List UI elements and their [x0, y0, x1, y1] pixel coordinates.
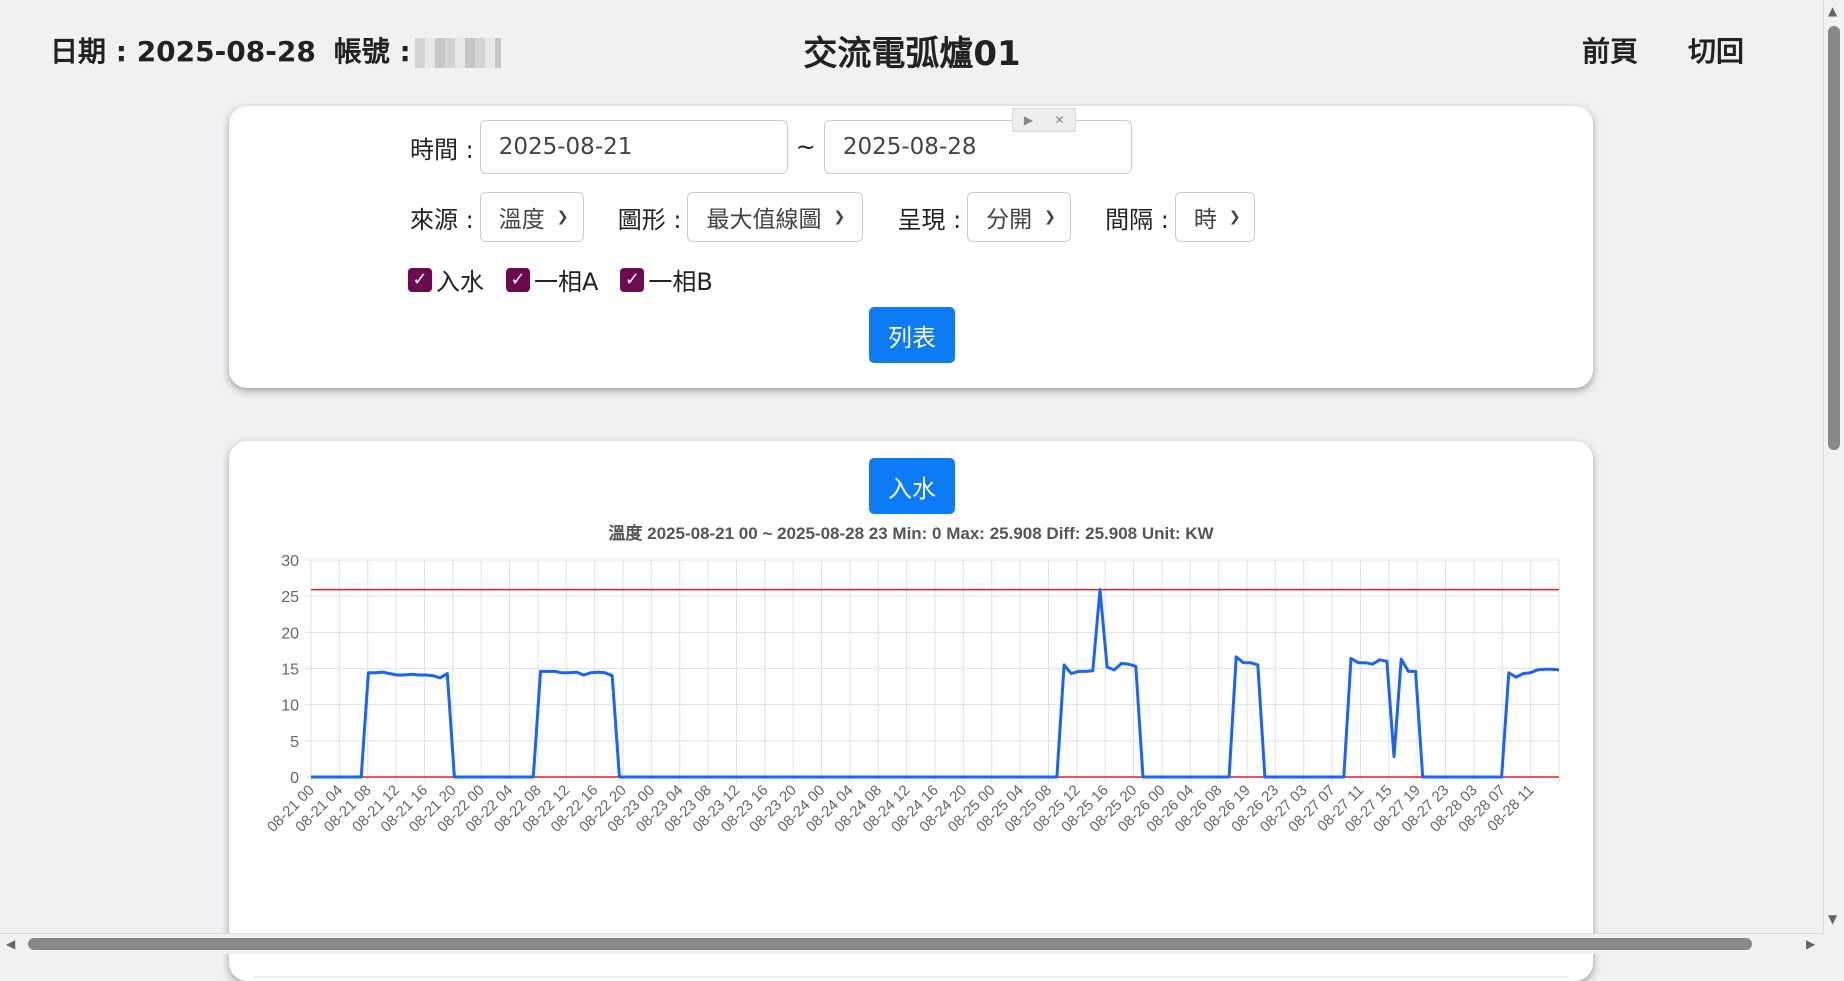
play-icon[interactable]: ▶ [1013, 109, 1044, 131]
interval-value: 時 [1193, 207, 1217, 233]
check-icon: ✓ [620, 267, 645, 292]
vertical-scrollbar[interactable]: ▲ ▼ [1823, 0, 1844, 953]
checkbox-row: ✓ 入水 ✓ 一相A ✓ 一相B [408, 262, 735, 297]
vertical-scroll-thumb[interactable] [1828, 26, 1840, 450]
start-date-input[interactable]: 2025-08-21 [479, 120, 788, 174]
chevron-down-icon: ❯ [1228, 209, 1241, 225]
display-label: 呈現 : [897, 205, 962, 234]
interval-label: 間隔 : [1105, 205, 1169, 234]
filter-card: 時間 : 2025-08-21 ~ 2025-08-28 來源 : 溫度 ❯ 圖形… [229, 106, 1593, 388]
y-tick-label: 15 [281, 662, 299, 679]
series-inlet-water-button[interactable]: 入水 [869, 458, 955, 514]
chevron-down-icon: ❯ [833, 209, 846, 225]
display-value: 分開 [986, 207, 1033, 233]
chevron-down-icon: ❯ [1044, 209, 1056, 225]
y-tick-label: 10 [281, 698, 299, 715]
checkbox-label: 一相B [648, 268, 713, 296]
y-tick-label: 25 [281, 589, 299, 606]
chart-card: 入水 溫度 2025-08-21 00 ~ 2025-08-28 23 Min:… [229, 441, 1593, 981]
check-icon: ✓ [506, 267, 530, 292]
chevron-down-icon: ❯ [556, 209, 569, 225]
checkbox-label: 一相A [534, 268, 599, 296]
chart-title: 溫度 2025-08-21 00 ~ 2025-08-28 23 Min: 0 … [608, 523, 1214, 543]
close-icon[interactable]: ✕ [1044, 109, 1075, 131]
scroll-right-icon[interactable]: ▶ [1806, 937, 1815, 951]
chart-type-label: 圖形 : [617, 205, 682, 234]
time-label: 時間 : [410, 135, 474, 164]
prev-page-link[interactable]: 前頁 [1582, 35, 1638, 68]
interval-select[interactable]: 時 ❯ [1174, 192, 1255, 242]
options-row: 來源 : 溫度 ❯ 圖形 : 最大值線圖 ❯ 呈現 : 分開 ❯ 間隔 : 時 ❯ [410, 192, 1289, 242]
horizontal-scroll-thumb[interactable] [28, 938, 1752, 950]
switch-back-link[interactable]: 切回 [1688, 35, 1744, 68]
y-tick-label: 20 [281, 625, 299, 642]
chart-type-select[interactable]: 最大值線圖 ❯ [687, 192, 864, 242]
header-nav: 前頁 切回 [1532, 30, 1744, 70]
y-tick-label: 5 [290, 734, 299, 751]
check-icon: ✓ [408, 267, 432, 292]
date-separator: ~ [795, 133, 816, 161]
horizontal-scrollbar[interactable]: ◀ ▶ [0, 933, 1824, 954]
source-label: 來源 : [410, 205, 474, 234]
ad-overlay: ▶ ✕ [1012, 108, 1076, 132]
top-bar: 日期 : 2025-08-28 帳號 : 交流電弧爐01 前頁 切回 [0, 0, 1824, 95]
line-chart: 溫度 2025-08-21 00 ~ 2025-08-28 23 Min: 0 … [253, 523, 1569, 978]
scroll-down-icon[interactable]: ▼ [1828, 912, 1837, 926]
source-value: 溫度 [498, 207, 545, 233]
scroll-up-icon[interactable]: ▲ [1828, 4, 1837, 18]
display-select[interactable]: 分開 ❯ [967, 192, 1072, 242]
y-tick-label: 0 [290, 770, 299, 787]
list-button[interactable]: 列表 [869, 307, 955, 363]
checkbox-inlet-water[interactable]: ✓ 入水 [408, 262, 484, 297]
y-tick-label: 30 [281, 553, 299, 570]
end-date-input[interactable]: 2025-08-28 [823, 120, 1132, 174]
chart-type-value: 最大值線圖 [706, 207, 822, 233]
checkbox-phase-b[interactable]: ✓ 一相B [620, 262, 713, 297]
source-select[interactable]: 溫度 ❯ [479, 192, 584, 242]
checkbox-phase-a[interactable]: ✓ 一相A [506, 262, 598, 297]
scroll-left-icon[interactable]: ◀ [6, 937, 15, 951]
checkbox-label: 入水 [436, 268, 484, 296]
